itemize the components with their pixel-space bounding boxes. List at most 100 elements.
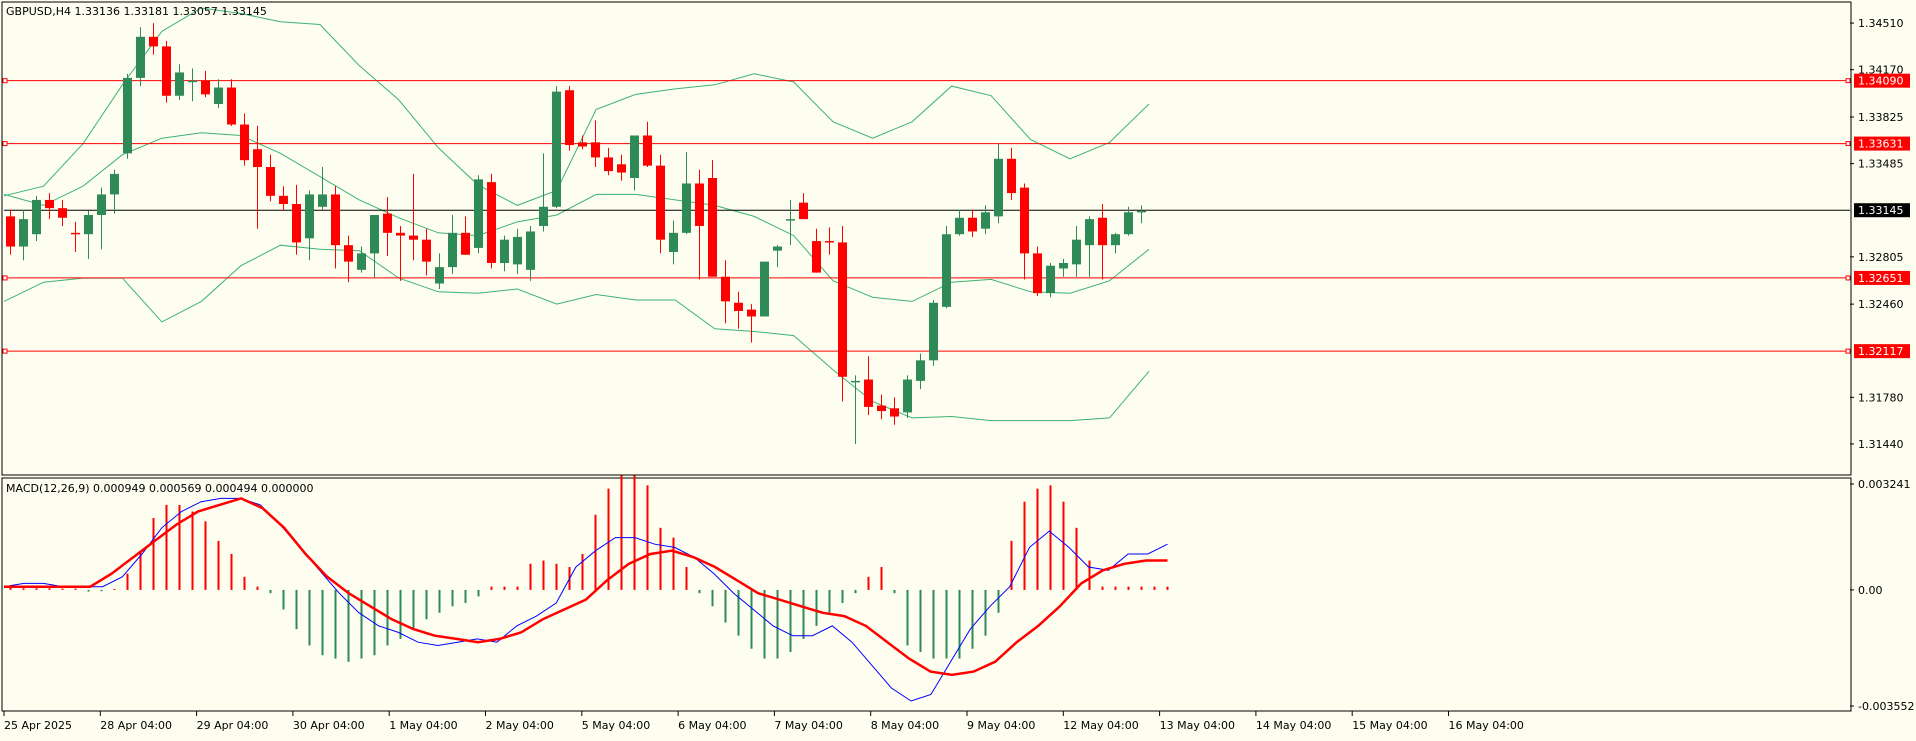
candle-body — [149, 36, 158, 47]
candle — [565, 86, 574, 151]
time-tick-label: 12 May 04:00 — [1063, 719, 1138, 732]
candle-body — [474, 179, 483, 248]
level-anchor-right — [1845, 275, 1851, 281]
candle-body — [240, 124, 249, 161]
candle-body — [461, 232, 470, 255]
candle-body — [565, 90, 574, 146]
candle-body — [1033, 253, 1042, 294]
level-anchor-right — [1845, 141, 1851, 147]
time-tick-label: 6 May 04:00 — [678, 719, 746, 732]
time-tick-label: 30 Apr 04:00 — [293, 719, 365, 732]
candle-body — [1124, 212, 1133, 235]
candle-body — [981, 212, 990, 229]
candle-body — [812, 241, 821, 273]
candle-body — [643, 135, 652, 166]
current-price-label: 1.33145 — [1858, 204, 1904, 217]
time-tick-label: 13 May 04:00 — [1160, 719, 1235, 732]
level-anchor-left — [2, 275, 8, 281]
level-anchor-right — [1845, 348, 1851, 354]
candle-body — [214, 87, 223, 104]
price-tick-label: 1.34510 — [1858, 17, 1904, 30]
candle-body — [1137, 210, 1146, 213]
price-tick-label: 1.32805 — [1858, 251, 1904, 264]
candle-body — [487, 182, 496, 263]
time-tick-label: 9 May 04:00 — [967, 719, 1035, 732]
candle-body — [422, 239, 431, 262]
candle-body — [929, 302, 938, 361]
candle-body — [851, 380, 860, 383]
candle-body — [994, 158, 1003, 217]
candle-body — [136, 36, 145, 78]
candle-body — [1111, 234, 1120, 246]
candle-body — [916, 360, 925, 381]
level-anchor-left — [2, 78, 8, 84]
candle-body — [370, 215, 379, 254]
candle-body — [708, 177, 717, 277]
candle-body — [97, 194, 106, 216]
level-price-label: 1.32117 — [1858, 345, 1904, 358]
candle-body — [591, 142, 600, 158]
candle — [162, 40, 171, 103]
candle — [929, 300, 938, 366]
level-anchor-left — [2, 348, 8, 354]
time-tick-label: 7 May 04:00 — [774, 719, 842, 732]
candle-body — [630, 135, 639, 178]
candle-body — [747, 309, 756, 317]
candle-body — [942, 234, 951, 307]
candle — [487, 173, 496, 269]
candle-body — [58, 208, 67, 218]
chart-title: GBPUSD,H4 1.33136 1.33181 1.33057 1.3314… — [6, 5, 267, 18]
chart-svg: 1.340901.336311.326511.321171.331451.345… — [0, 0, 1916, 737]
level-anchor-left — [2, 141, 8, 147]
time-tick-label: 29 Apr 04:00 — [197, 719, 269, 732]
chart-window: 1.34090 1.33631 1.32651 1.32117 1.33145 1.345… — [0, 0, 1916, 737]
candle-body — [890, 408, 899, 417]
time-tick-label: 15 May 04:00 — [1352, 719, 1427, 732]
candle-body — [383, 213, 392, 233]
candle-body — [6, 216, 15, 247]
candle-body — [968, 217, 977, 232]
candle-body — [1059, 262, 1068, 269]
candle-body — [45, 199, 54, 209]
level-anchor-right — [1845, 78, 1851, 84]
candle-body — [201, 80, 210, 95]
candle-body — [539, 206, 548, 226]
candle-body — [123, 77, 132, 154]
candle-body — [617, 164, 626, 173]
price-tick-label: 1.31440 — [1858, 438, 1904, 451]
candle-body — [786, 219, 795, 221]
candle-body — [279, 195, 288, 205]
candle-body — [435, 267, 444, 284]
candle-body — [188, 80, 197, 83]
candle-body — [903, 379, 912, 413]
candle-body — [955, 217, 964, 235]
time-tick-label: 1 May 04:00 — [389, 719, 457, 732]
macd-title: MACD(12,26,9) 0.000949 0.000569 0.000494… — [6, 482, 313, 495]
macd-tick-label: -0.003552 — [1858, 700, 1914, 713]
price-tick-label: 1.33485 — [1858, 158, 1904, 171]
candle-body — [578, 142, 587, 147]
candle-body — [84, 215, 93, 235]
candle-body — [331, 194, 340, 246]
candle-body — [526, 231, 535, 270]
candle-body — [773, 246, 782, 251]
time-tick-label: 14 May 04:00 — [1256, 719, 1331, 732]
candle-body — [318, 194, 327, 207]
candle-body — [656, 165, 665, 240]
candle — [656, 154, 665, 254]
chart-background — [0, 0, 1916, 737]
time-tick-label: 2 May 04:00 — [486, 719, 554, 732]
candle-body — [1098, 217, 1107, 246]
candle-body — [71, 232, 80, 235]
candle-body — [1072, 239, 1081, 265]
candle-body — [305, 194, 314, 239]
candle-body — [695, 183, 704, 226]
level-price-label: 1.32651 — [1858, 272, 1904, 285]
candle-body — [604, 157, 613, 172]
time-tick-label: 16 May 04:00 — [1449, 719, 1524, 732]
candle — [760, 261, 769, 317]
candle-body — [253, 149, 262, 168]
candle-body — [864, 379, 873, 407]
candle — [1046, 262, 1055, 298]
candle-body — [110, 173, 119, 195]
